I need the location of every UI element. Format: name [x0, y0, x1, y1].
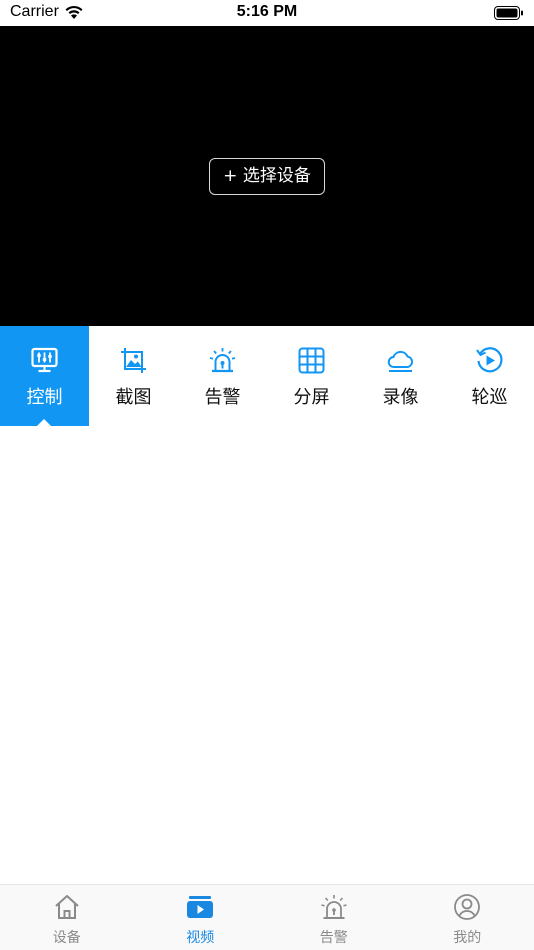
tab-devices[interactable]: 设备	[0, 885, 134, 950]
screen: Carrier 5:16 PM + 选择设备 控制 截图 告警 分屏 录像 轮巡…	[0, 0, 534, 950]
control-panel-icon	[31, 347, 58, 373]
tool-control[interactable]: 控制	[0, 326, 89, 426]
grid-icon	[298, 347, 325, 374]
tool-label: 录像	[382, 387, 419, 408]
tool-label: 告警	[204, 387, 241, 408]
tool-screenshot[interactable]: 截图	[89, 326, 178, 426]
tab-label: 告警	[319, 930, 348, 946]
tab-label: 视频	[186, 930, 215, 946]
tool-label: 控制	[26, 387, 63, 408]
tool-label: 截图	[115, 387, 152, 408]
cloud-icon	[387, 350, 414, 372]
active-indicator	[37, 419, 51, 426]
tab-video[interactable]: 视频	[134, 885, 268, 950]
video-icon	[187, 896, 214, 918]
tab-label: 我的	[453, 930, 482, 946]
tool-patrol[interactable]: 轮巡	[445, 326, 534, 426]
alarm-icon	[209, 348, 236, 373]
tool-split-screen[interactable]: 分屏	[267, 326, 356, 426]
clock: 5:16 PM	[236, 3, 298, 20]
alarm-icon	[321, 895, 347, 919]
bottom-tab-bar: 设备 视频 告警 我的	[0, 884, 534, 950]
select-device-button[interactable]: + 选择设备	[209, 158, 325, 195]
status-bar: Carrier 5:16 PM	[0, 0, 534, 26]
home-icon	[55, 895, 79, 919]
patrol-play-icon	[476, 347, 503, 373]
tool-label: 分屏	[293, 387, 330, 408]
tool-recording[interactable]: 录像	[356, 326, 445, 426]
battery-icon	[494, 6, 523, 20]
tab-profile[interactable]: 我的	[401, 885, 534, 950]
tab-alarm[interactable]: 告警	[267, 885, 401, 950]
tool-alarm[interactable]: 告警	[178, 326, 267, 426]
tab-label: 设备	[52, 930, 81, 946]
function-toolbar: 控制 截图 告警 分屏 录像 轮巡	[0, 326, 534, 426]
tool-label: 轮巡	[471, 387, 508, 408]
screenshot-icon	[121, 348, 146, 373]
user-icon	[454, 894, 481, 920]
video-player[interactable]: + 选择设备	[0, 26, 534, 326]
